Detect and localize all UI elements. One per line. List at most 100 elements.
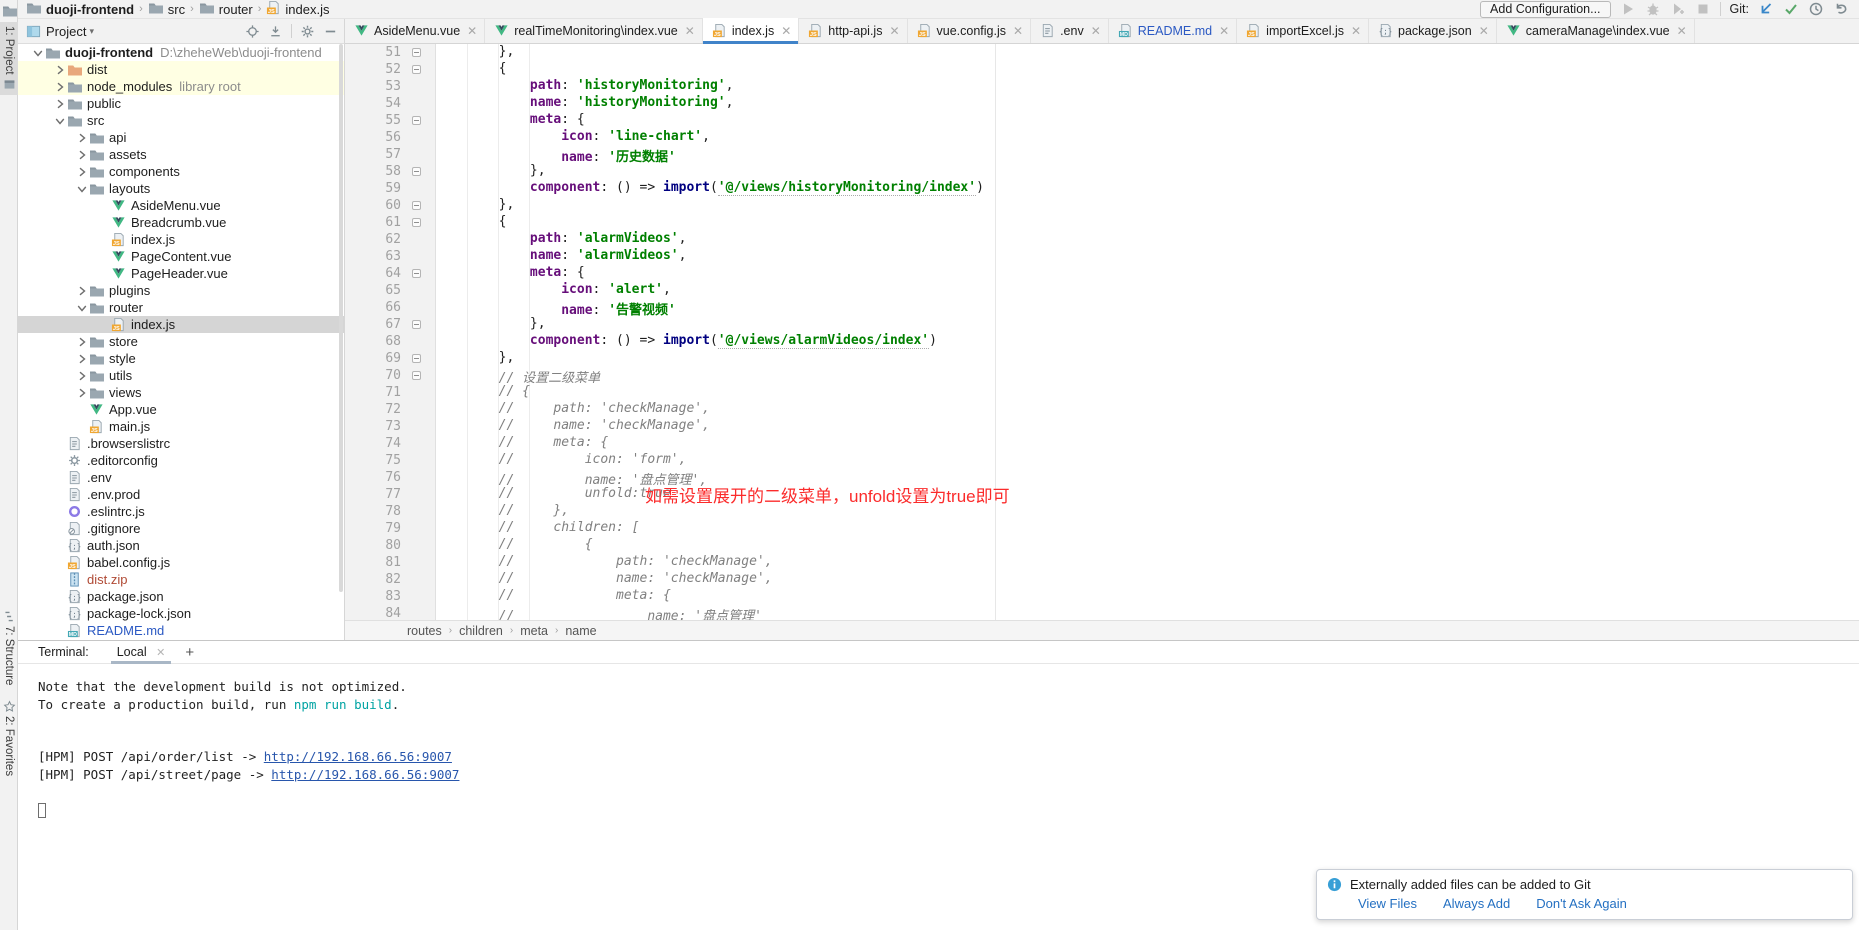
breadcrumb-item[interactable]: src: [148, 0, 185, 19]
code-breadcrumb-routes[interactable]: routes: [407, 624, 442, 638]
terminal-tab-local[interactable]: Local ✕: [111, 643, 172, 662]
breadcrumb-item[interactable]: router: [199, 0, 253, 19]
tree-item-public[interactable]: public: [18, 95, 344, 112]
close-icon[interactable]: ✕: [1091, 24, 1101, 38]
tree-item-pageheader-vue[interactable]: PageHeader.vue: [18, 265, 344, 282]
sidebar-item-project[interactable]: 1: Project: [0, 22, 18, 95]
tree-item-package-lock-json[interactable]: {;}package-lock.json: [18, 605, 344, 622]
gear-icon[interactable]: [300, 24, 315, 39]
tree-item-store[interactable]: store: [18, 333, 344, 350]
run-icon[interactable]: [1620, 1, 1636, 17]
tree-item-node-modules[interactable]: node_moduleslibrary root: [18, 78, 344, 95]
notification-action-don-t-ask-again[interactable]: Don't Ask Again: [1536, 896, 1627, 911]
locate-icon[interactable]: [245, 24, 260, 39]
fold-marker-icon[interactable]: [412, 116, 421, 125]
tree-item-layouts[interactable]: layouts: [18, 180, 344, 197]
code-breadcrumb-meta[interactable]: meta: [520, 624, 548, 638]
stop-icon[interactable]: [1695, 1, 1711, 17]
fold-marker-icon[interactable]: [412, 48, 421, 57]
fold-marker-icon[interactable]: [412, 167, 421, 176]
tree-item--browserslistrc[interactable]: .browserslistrc: [18, 435, 344, 452]
tree-item-auth-json[interactable]: {;}auth.json: [18, 537, 344, 554]
fold-marker-icon[interactable]: [412, 218, 421, 227]
close-icon[interactable]: ✕: [685, 24, 695, 38]
tree-item--gitignore[interactable]: .gitignore: [18, 520, 344, 537]
chevron-down-icon[interactable]: [74, 184, 89, 194]
tree-item-readme-md[interactable]: MDREADME.md: [18, 622, 344, 639]
chevron-down-icon[interactable]: [52, 116, 67, 126]
tree-item--env-prod[interactable]: .env.prod: [18, 486, 344, 503]
tree-item-plugins[interactable]: plugins: [18, 282, 344, 299]
tree-item-style[interactable]: style: [18, 350, 344, 367]
sidebar-item-favorites[interactable]: 2: Favorites: [0, 696, 18, 780]
close-icon[interactable]: ✕: [156, 647, 165, 659]
tree-item-app-vue[interactable]: App.vue: [18, 401, 344, 418]
editor-tab-vue-config-js[interactable]: JSvue.config.js✕: [908, 18, 1032, 43]
sidebar-item-structure[interactable]: 7: Structure: [0, 606, 18, 689]
chevron-right-icon[interactable]: [74, 167, 89, 177]
editor-tab-package-json[interactable]: {;}package.json✕: [1369, 18, 1497, 43]
code-breadcrumb-name[interactable]: name: [565, 624, 596, 638]
tree-item-dist[interactable]: dist: [18, 61, 344, 78]
code-breadcrumb-children[interactable]: children: [459, 624, 503, 638]
breadcrumb-item[interactable]: JSindex.js: [266, 0, 329, 18]
chevron-right-icon[interactable]: [74, 371, 89, 381]
tree-item-utils[interactable]: utils: [18, 367, 344, 384]
fold-marker-icon[interactable]: [412, 354, 421, 363]
collapse-all-icon[interactable]: [268, 24, 283, 39]
debug-icon[interactable]: [1645, 1, 1661, 17]
editor-tab-readme-md[interactable]: MDREADME.md✕: [1109, 18, 1237, 43]
chevron-down-icon[interactable]: [30, 48, 45, 58]
tree-item--env[interactable]: .env: [18, 469, 344, 486]
terminal-link[interactable]: http://192.168.66.56:9007: [271, 767, 459, 782]
close-icon[interactable]: ✕: [1219, 24, 1229, 38]
chevron-right-icon[interactable]: [52, 99, 67, 109]
chevron-right-icon[interactable]: [74, 337, 89, 347]
fold-marker-icon[interactable]: [412, 371, 421, 380]
tree-item-router[interactable]: router: [18, 299, 344, 316]
tree-item-dist-zip[interactable]: dist.zip: [18, 571, 344, 588]
editor-tab-importexcel-js[interactable]: JSimportExcel.js✕: [1237, 18, 1369, 43]
chevron-right-icon[interactable]: [52, 82, 67, 92]
tree-item-duoji-frontend[interactable]: duoji-frontendD:\zheheWeb\duoji-frontend: [18, 44, 344, 61]
chevron-down-icon[interactable]: [74, 303, 89, 313]
close-icon[interactable]: ✕: [1351, 24, 1361, 38]
tree-scrollbar[interactable]: [339, 44, 343, 592]
chevron-down-icon[interactable]: ▾: [89, 26, 94, 37]
close-icon[interactable]: ✕: [1013, 24, 1023, 38]
chevron-right-icon[interactable]: [74, 354, 89, 364]
tree-item-pagecontent-vue[interactable]: PageContent.vue: [18, 248, 344, 265]
history-icon[interactable]: [1808, 1, 1824, 17]
tree-item-views[interactable]: views: [18, 384, 344, 401]
chevron-right-icon[interactable]: [52, 65, 67, 75]
tree-item-api[interactable]: api: [18, 129, 344, 146]
rollback-icon[interactable]: [1833, 1, 1849, 17]
tree-item-main-js[interactable]: JSmain.js: [18, 418, 344, 435]
chevron-right-icon[interactable]: [74, 388, 89, 398]
terminal-output[interactable]: Note that the development build is not o…: [18, 664, 1859, 818]
close-icon[interactable]: ✕: [467, 24, 477, 38]
tree-item-babel-config-js[interactable]: JSbabel.config.js: [18, 554, 344, 571]
tree-item--editorconfig[interactable]: .editorconfig: [18, 452, 344, 469]
close-icon[interactable]: ✕: [1479, 24, 1489, 38]
profile-icon[interactable]: [1670, 1, 1686, 17]
fold-marker-icon[interactable]: [412, 65, 421, 74]
fold-marker-icon[interactable]: [412, 201, 421, 210]
breadcrumb-item[interactable]: duoji-frontend: [26, 0, 134, 19]
add-configuration-button[interactable]: Add Configuration...: [1480, 1, 1611, 18]
notification-action-view-files[interactable]: View Files: [1358, 896, 1417, 911]
new-terminal-button[interactable]: +: [185, 644, 194, 661]
tree-item-components[interactable]: components: [18, 163, 344, 180]
notification-action-always-add[interactable]: Always Add: [1443, 896, 1510, 911]
tree-item-src[interactable]: src: [18, 112, 344, 129]
tree-item-index-js[interactable]: JSindex.js: [18, 316, 344, 333]
editor-tab-http-api-js[interactable]: JShttp-api.js✕: [799, 18, 907, 43]
editor-tab-cameramanage-index-vue[interactable]: cameraManage\index.vue✕: [1497, 18, 1695, 43]
tree-item-asidemenu-vue[interactable]: AsideMenu.vue: [18, 197, 344, 214]
chevron-right-icon[interactable]: [74, 133, 89, 143]
tree-item-index-js[interactable]: JSindex.js: [18, 231, 344, 248]
code-editor[interactable]: 5152535455565758596061626364656667686970…: [345, 44, 1859, 620]
tree-item-package-json[interactable]: {;}package.json: [18, 588, 344, 605]
editor-tab-index-js[interactable]: JSindex.js✕: [703, 18, 799, 43]
tree-item--eslintrc-js[interactable]: .eslintrc.js: [18, 503, 344, 520]
